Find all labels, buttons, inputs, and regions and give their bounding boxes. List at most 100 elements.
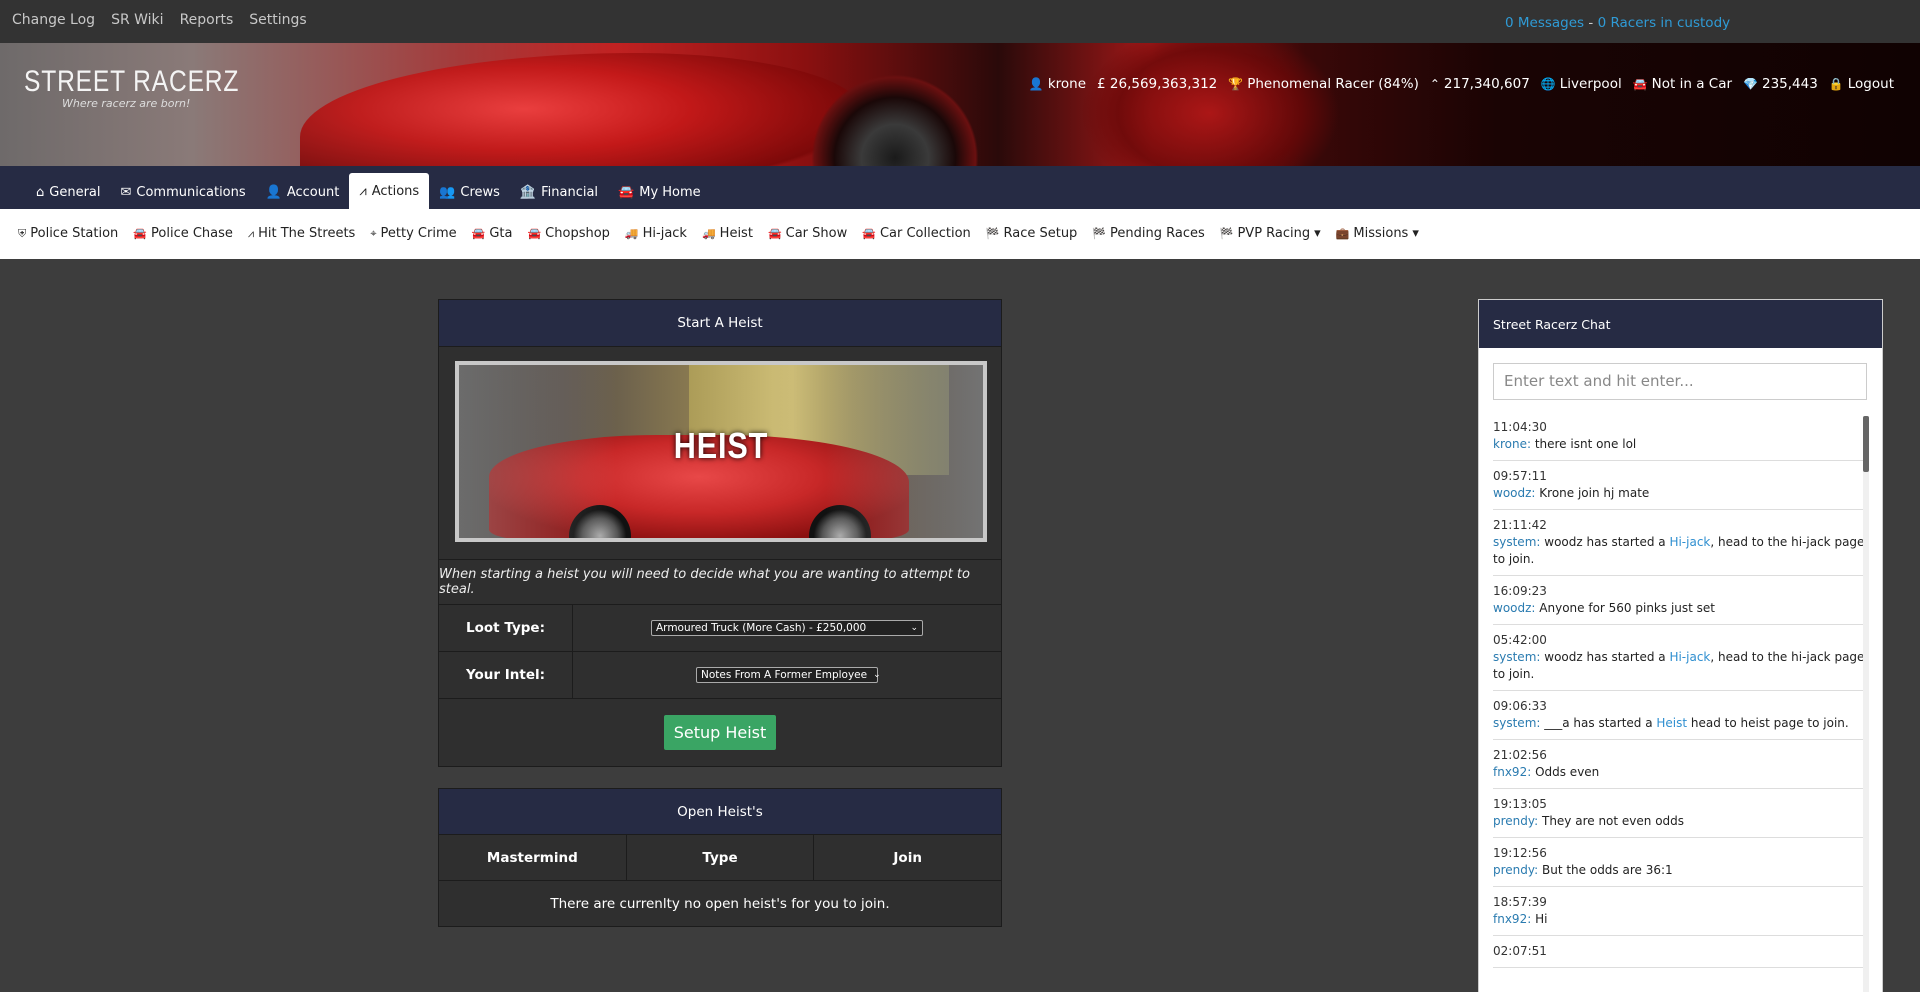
stat-car: 🚘 Not in a Car [1633,76,1732,92]
intel-select[interactable]: Notes From A Former Employee ⌄ [696,667,881,683]
caret-down-icon: ▾ [1412,226,1419,241]
heist-banner-image: HEIST [455,361,987,542]
road-icon: ⩘ [247,226,255,240]
subnav-hit-the-streets[interactable]: ⩘ Hit The Streets [248,226,355,241]
chat-username[interactable]: prendy: [1493,814,1538,828]
logo-title: STREET RACERZ [24,65,240,98]
open-heists-empty: There are currenlty no open heist's for … [550,895,890,912]
banner-flame-art [1080,43,1340,166]
loot-type-row: Loot Type: Armoured Truck (More Cash) - … [439,605,1001,652]
subnav-car-collection[interactable]: 🚘 Car Collection [862,226,971,241]
loot-type-select[interactable]: Armoured Truck (More Cash) - £250,000 ⌄ [651,620,923,636]
subnav-chopshop[interactable]: 🚘 Chopshop [527,226,609,241]
tab-account[interactable]: 👤 Account [256,176,350,209]
chat-text: woodz has started a [1540,535,1670,549]
chat-line: system: woodz has started a Hi-jack, hea… [1493,649,1866,683]
actions-subnav: ⛨ Police Station 🚘 Police Chase ⩘ Hit The S… [0,209,1920,259]
subnav-police-chase[interactable]: 🚘 Police Chase [133,226,233,241]
tab-financial[interactable]: 🏦 Financial [510,176,608,209]
subnav-missions[interactable]: 💼 Missions ▾ [1336,226,1419,241]
logout-link[interactable]: 🔒 Logout [1829,76,1894,92]
subnav-pvp-racing[interactable]: 🏁 PVP Racing ▾ [1220,226,1321,241]
chat-link[interactable]: Hi-jack [1669,650,1710,664]
tab-label: Actions [371,183,420,199]
chat-line: woodz: Anyone for 560 pinks just set [1493,600,1866,617]
tab-label: Crews [460,185,500,200]
subnav-pending-races[interactable]: 🏁 Pending Races [1092,226,1204,241]
tab-communications[interactable]: ✉ Communications [111,176,256,209]
subnav-label: Gta [489,226,513,241]
subnav-label: Police Station [30,226,119,241]
exp-value: 217,340,607 [1443,76,1530,92]
car-icon: 🚘 [1632,77,1648,91]
messages-link[interactable]: 0 Messages [1505,15,1584,31]
chat-username[interactable]: woodz: [1493,601,1535,615]
chat-line: woodz: Krone join hj mate [1493,485,1866,502]
chat-username[interactable]: system: [1493,535,1540,549]
stat-user[interactable]: 👤 krone [1029,76,1086,92]
subnav-label: Missions [1353,226,1409,241]
subnav-petty-crime[interactable]: ⌖ Petty Crime [370,226,456,241]
chat-text: there isnt one lol [1531,437,1637,451]
loot-type-label: Loot Type: [439,605,573,651]
site-logo[interactable]: STREET RACERZ Where racerz are born! [24,65,286,110]
loot-type-value: Armoured Truck (More Cash) - £250,000 [656,622,867,634]
chat-username[interactable]: system: [1493,650,1540,664]
truck-icon: 🚚 [701,227,716,240]
chat-link[interactable]: Heist [1656,716,1687,730]
col-join: Join [893,849,922,866]
chat-time: 16:09:23 [1493,584,1547,598]
logout-label: Logout [1847,76,1894,92]
chat-title: Street Racerz Chat [1479,300,1882,348]
chat-username[interactable]: system: [1493,716,1540,730]
briefcase-icon: 💼 [1335,227,1350,240]
chat-message: 11:04:30 krone: there isnt one lol [1493,412,1866,461]
subnav-car-show[interactable]: 🚘 Car Show [768,226,847,241]
reports-link[interactable]: Reports [180,12,234,28]
chat-username[interactable]: krone: [1493,437,1531,451]
setup-heist-button[interactable]: Setup Heist [663,715,777,750]
col-mastermind: Mastermind [439,835,627,880]
setup-row: Setup Heist [439,699,1001,766]
chevron-down-icon: ⌄ [873,670,881,680]
chat-line: fnx92: Hi [1493,911,1866,928]
chat-username[interactable]: prendy: [1493,863,1538,877]
notifications: 0 Messages - 0 Racers in custody [1505,15,1730,31]
chat-username[interactable]: woodz: [1493,486,1535,500]
open-heists-panel: Open Heist's Mastermind Type Join There … [438,788,1002,927]
road-icon: ⩘ [359,183,367,199]
chevron-up-icon: ⌃ [1429,77,1440,91]
settings-link[interactable]: Settings [249,12,306,28]
chat-text: Hi [1531,912,1548,926]
heist-image-text: HEIST [673,425,769,466]
sr-wiki-link[interactable]: SR Wiki [111,12,164,28]
subnav-hi-jack[interactable]: 🚚 Hi-jack [625,226,687,241]
chat-messages[interactable]: 11:04:30 krone: there isnt one lol 09:57:1… [1493,412,1866,992]
subnav-police-station[interactable]: ⛨ Police Station [18,226,118,241]
subnav-race-setup[interactable]: 🏁 Race Setup [986,226,1078,241]
chat-time: 02:07:51 [1493,944,1547,958]
subnav-label: PVP Racing [1237,226,1311,241]
subnav-heist[interactable]: 🚚 Heist [702,226,753,241]
tab-actions[interactable]: ⩘ Actions [349,173,430,209]
chat-scrollbar[interactable] [1863,416,1869,992]
open-heists-title: Open Heist's [439,789,1001,835]
chat-input[interactable]: Enter text and hit enter... [1493,363,1867,400]
scrollbar-thumb[interactable] [1863,416,1869,472]
tab-general[interactable]: ⌂ General [26,176,111,209]
tab-crews[interactable]: 👥 Crews [429,176,510,209]
subnav-label: Car Show [785,226,848,241]
top-links: Change Log SR Wiki Reports Settings [12,12,307,28]
chat-line: fnx92: Odds even [1493,764,1866,781]
chat-username[interactable]: fnx92: [1493,765,1531,779]
change-log-link[interactable]: Change Log [12,12,95,28]
subnav-gta[interactable]: 🚘 Gta [472,226,513,241]
tab-my-home[interactable]: 🚘 My Home [608,176,711,209]
custody-link[interactable]: 0 Racers in custody [1598,15,1731,31]
car-value: Not in a Car [1651,76,1733,92]
chat-link[interactable]: Hi-jack [1669,535,1710,549]
chat-message: 09:06:33 system: ___a has started a Heist… [1493,691,1866,740]
chat-username[interactable]: fnx92: [1493,912,1531,926]
subnav-label: Race Setup [1003,226,1078,241]
chat-text: ___a has started a [1540,716,1657,730]
